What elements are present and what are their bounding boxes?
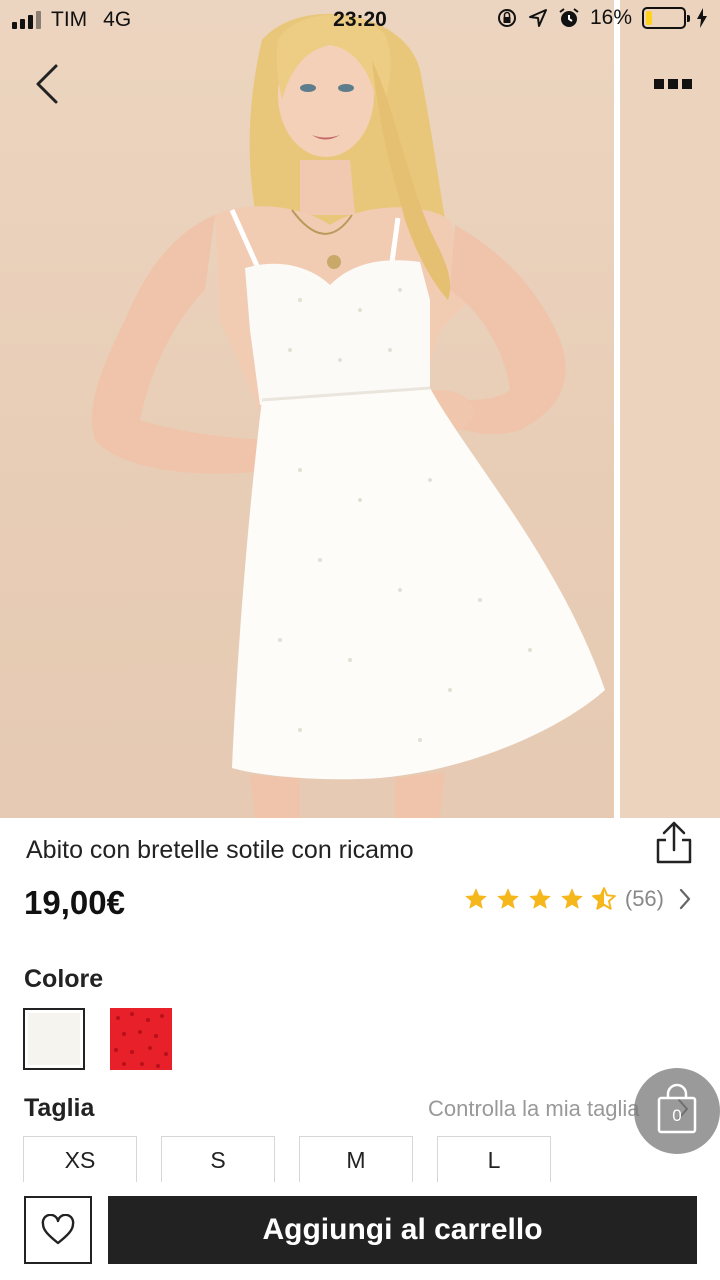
location-arrow-icon [528,9,547,27]
star-full-icon [561,888,583,909]
add-to-cart-button[interactable]: Aggiungi al carrello [108,1196,697,1264]
share-button[interactable] [652,820,696,866]
more-dots-icon [654,79,664,89]
battery-icon [642,7,690,29]
size-option-m[interactable]: M [299,1136,413,1182]
floating-cart-button[interactable]: 0 [634,1068,720,1154]
product-price: 19,00€ [24,884,125,921]
size-option-l[interactable]: L [437,1136,551,1182]
alarm-icon [559,8,579,27]
star-full-icon [497,888,519,909]
size-option-s[interactable]: S [161,1136,275,1182]
product-title: Abito con bretelle sotile con ricamo [26,836,414,864]
lock-rotation-icon [497,9,516,27]
size-option-xs[interactable]: XS [23,1136,137,1182]
back-button[interactable] [28,62,68,106]
status-bar: TIM 4G 23:20 16% [0,0,720,40]
model-wearing-dress-illustration [91,13,605,818]
rating-summary[interactable]: (56) [463,886,694,912]
size-guide-link[interactable]: Controlla la mia taglia [428,1096,640,1122]
chevron-left-icon [36,64,58,104]
next-product-photo[interactable] [620,0,720,818]
more-options-button[interactable] [650,74,696,94]
heart-icon [41,1214,75,1245]
star-half-icon [592,887,616,910]
battery-percentage: 16% [589,6,632,29]
chevron-right-icon [679,888,691,910]
review-count: (56) [624,886,664,911]
bottom-action-bar: Aggiungi al carrello [0,1182,720,1280]
size-section-label: Taglia [24,1094,95,1122]
color-section-label: Colore [24,965,104,993]
add-to-wishlist-button[interactable] [24,1196,92,1264]
share-icon [656,821,692,864]
color-swatch-white[interactable] [23,1008,85,1070]
color-swatch-red[interactable] [110,1008,172,1070]
charging-bolt-icon [697,8,707,28]
star-full-icon [465,888,487,909]
product-image-carousel[interactable] [0,0,720,818]
cart-count-badge: 0 [672,1106,682,1125]
star-full-icon [529,888,551,909]
